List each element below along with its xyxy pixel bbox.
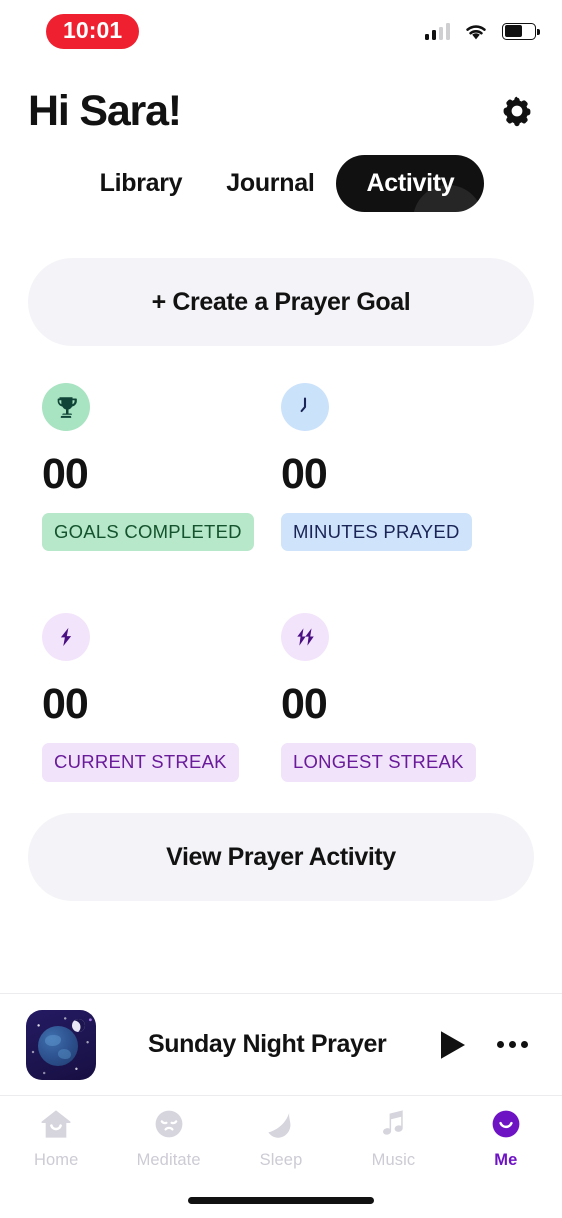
battery-icon <box>502 22 540 40</box>
more-options-button[interactable] <box>488 1022 536 1068</box>
play-icon <box>441 1030 465 1059</box>
globe-icon <box>38 1025 78 1066</box>
header: Hi Sara! <box>28 78 538 144</box>
cellular-signal-icon <box>424 23 450 40</box>
status-bar: 10:01 <box>0 0 562 62</box>
bottom-navigation: Home Meditate Sleep Music Me <box>0 1096 562 1182</box>
stat-label-badge: CURRENT STREAK <box>42 743 239 782</box>
stat-value: 00 <box>281 450 328 498</box>
now-playing-title: Sunday Night Prayer <box>148 1030 387 1058</box>
stat-label-badge: LONGEST STREAK <box>281 743 476 782</box>
gear-icon <box>503 96 531 127</box>
stat-longest-streak: 00 LONGEST STREAK <box>281 613 520 782</box>
nav-item-music[interactable]: Music <box>337 1106 449 1170</box>
stat-icon-wrap <box>42 383 90 431</box>
app-screen: 10:01 Hi Sara! Library Journal Activity … <box>0 0 562 1218</box>
now-playing-artwork[interactable] <box>26 1009 96 1080</box>
nav-label: Me <box>494 1151 518 1169</box>
stats-row-1: 00 GOALS COMPLETED 00 MINUTES PRAYED <box>42 383 520 552</box>
stat-icon-wrap <box>42 613 90 662</box>
play-button[interactable] <box>430 1022 476 1068</box>
music-note-icon <box>374 1106 412 1142</box>
tab-library-label: Library <box>99 169 183 197</box>
stat-minutes-prayed: 00 MINUTES PRAYED <box>281 383 520 552</box>
now-playing-bar[interactable]: Sunday Night Prayer <box>0 993 562 1096</box>
crescent-moon-icon <box>262 1106 300 1142</box>
clock-icon <box>300 397 307 413</box>
tab-library[interactable]: Library <box>78 155 205 212</box>
double-lightning-bolt-icon <box>297 628 314 646</box>
wifi-icon <box>466 24 486 39</box>
stats-row-2: 00 CURRENT STREAK 00 LONGEST STREAK <box>42 613 520 782</box>
nav-label: Music <box>371 1151 416 1169</box>
tab-activity-label: Activity <box>366 169 455 197</box>
nav-label: Sleep <box>259 1151 303 1169</box>
crescent-moon-icon <box>72 1018 85 1032</box>
nav-item-sleep[interactable]: Sleep <box>225 1106 337 1170</box>
nav-item-meditate[interactable]: Meditate <box>112 1106 224 1170</box>
tab-journal[interactable]: Journal <box>204 155 336 212</box>
create-prayer-goal-button[interactable]: + Create a Prayer Goal <box>28 258 534 346</box>
stat-value: 00 <box>42 680 89 729</box>
home-indicator <box>188 1197 374 1204</box>
smiling-face-icon <box>487 1106 525 1142</box>
page-title: Hi Sara! <box>28 86 182 135</box>
section-tabs: Library Journal Activity <box>0 155 562 212</box>
status-indicators <box>424 22 540 41</box>
meditating-face-icon <box>150 1106 188 1142</box>
view-prayer-activity-button[interactable]: View Prayer Activity <box>28 813 534 901</box>
stat-goals-completed: 00 GOALS COMPLETED <box>42 383 281 552</box>
lightning-bolt-icon <box>60 628 72 647</box>
more-dot <box>508 1041 516 1048</box>
nav-item-me[interactable]: Me <box>450 1106 562 1170</box>
stat-label-badge: MINUTES PRAYED <box>281 513 472 552</box>
stats-grid: 00 GOALS COMPLETED 00 MINUTES PRAYED 00 … <box>42 383 520 782</box>
stat-current-streak: 00 CURRENT STREAK <box>42 613 281 782</box>
status-time-pill: 10:01 <box>46 13 140 49</box>
tab-activity[interactable]: Activity <box>336 155 485 212</box>
stat-icon-wrap <box>281 383 329 431</box>
tab-journal-label: Journal <box>226 169 315 197</box>
more-dot <box>496 1041 504 1048</box>
stat-label-badge: GOALS COMPLETED <box>42 513 254 552</box>
settings-button[interactable] <box>496 90 538 132</box>
nav-label: Home <box>33 1151 79 1169</box>
nav-item-home[interactable]: Home <box>0 1106 112 1170</box>
stat-value: 00 <box>281 680 328 729</box>
stat-value: 00 <box>42 450 89 498</box>
nav-label: Meditate <box>136 1151 201 1169</box>
more-dot <box>520 1041 528 1048</box>
trophy-icon <box>57 397 77 418</box>
house-icon <box>37 1106 75 1142</box>
stat-icon-wrap <box>281 613 329 662</box>
